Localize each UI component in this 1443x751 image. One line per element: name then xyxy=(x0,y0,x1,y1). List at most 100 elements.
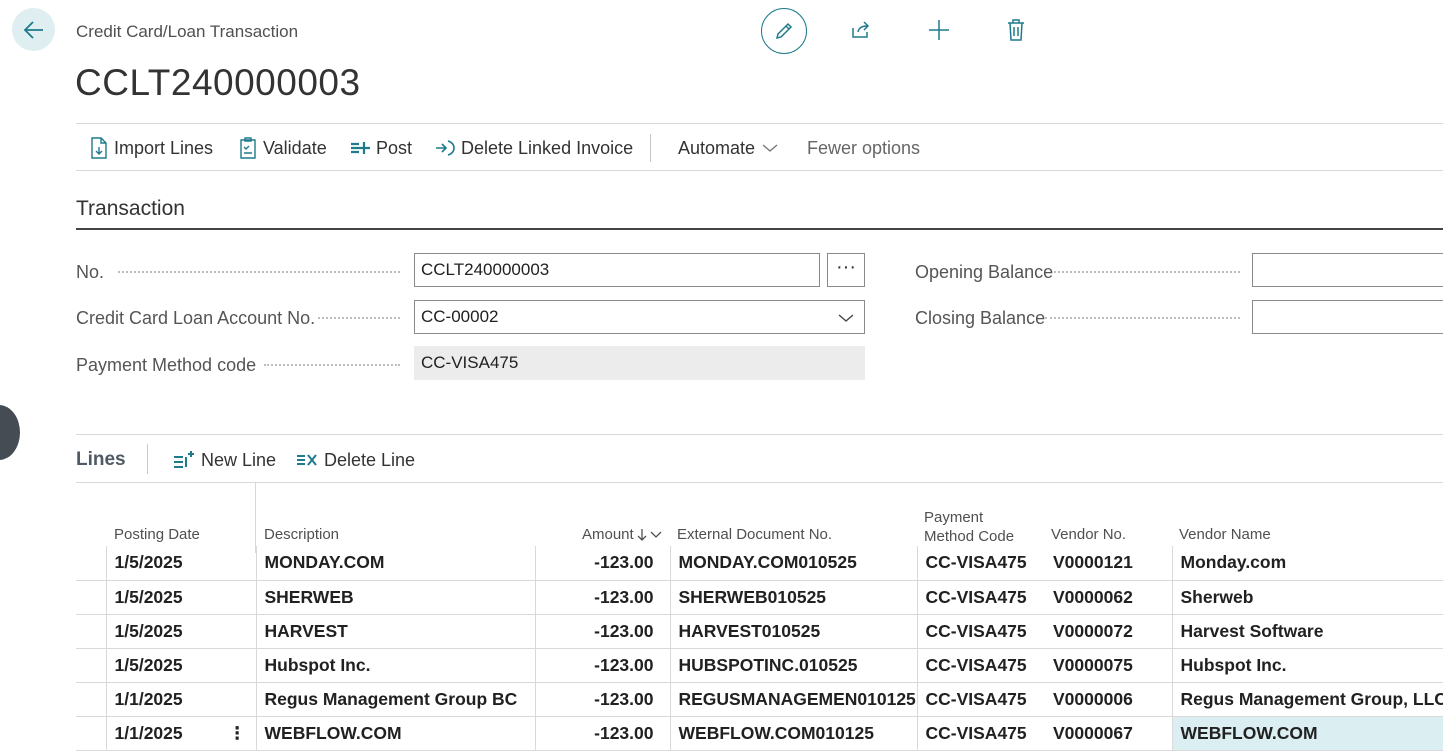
edit-button[interactable] xyxy=(761,8,807,54)
description-cell[interactable]: HARVEST xyxy=(255,614,535,649)
import-lines-button[interactable]: Import Lines xyxy=(90,124,213,172)
col-payment-method[interactable]: Payment Method Code xyxy=(924,508,1014,546)
amount-cell[interactable]: -123.00 xyxy=(534,580,670,615)
validate-button[interactable]: Validate xyxy=(239,124,327,172)
sign-in-arrow-icon xyxy=(436,140,455,156)
delete-line-button[interactable]: Delete Line xyxy=(296,446,415,474)
amount-cell[interactable]: -123.00 xyxy=(534,716,670,751)
col-description[interactable]: Description xyxy=(264,525,339,544)
payment-method-cell[interactable]: CC-VISA475 xyxy=(916,716,1045,751)
no-field[interactable]: CCLT240000003 xyxy=(414,253,820,287)
checklist-icon xyxy=(240,137,256,159)
import-lines-label: Import Lines xyxy=(114,137,214,158)
amount-cell[interactable]: -123.00 xyxy=(534,682,670,717)
leader-dots xyxy=(1054,271,1240,275)
post-button[interactable]: Post xyxy=(350,124,412,172)
external-doc-cell[interactable]: HUBSPOTINC.010525 xyxy=(669,648,917,683)
vendor-name-cell[interactable]: Harvest Software xyxy=(1171,614,1443,649)
vendor-name-cell[interactable]: Monday.com xyxy=(1171,546,1443,581)
table-row[interactable]: 1/1/2025 ⋮ WEBFLOW.COM -123.00 WEBFLOW.COM01… xyxy=(76,716,1443,751)
table-row[interactable]: 1/5/2025 Hubspot Inc. -123.00 HUBSPOTINC.01… xyxy=(76,648,1443,683)
chevron-down-icon xyxy=(762,144,778,152)
account-field[interactable]: CC-00002 xyxy=(414,300,865,334)
share-icon xyxy=(852,21,870,38)
vendor-name-cell[interactable]: Regus Management Group, LLC xyxy=(1171,682,1443,717)
external-doc-cell[interactable]: WEBFLOW.COM010125 xyxy=(669,716,917,751)
back-button[interactable] xyxy=(12,8,55,51)
row-actions-cell[interactable] xyxy=(219,648,256,683)
row-actions-cell[interactable]: ⋮ xyxy=(219,716,256,751)
vendor-no-cell[interactable]: V0000006 xyxy=(1045,682,1172,717)
vendor-name-cell[interactable]: Hubspot Inc. xyxy=(1171,648,1443,683)
col-amount-label: Amount xyxy=(582,526,634,543)
row-indicator xyxy=(76,614,106,649)
new-button[interactable] xyxy=(919,10,959,50)
delete-linked-invoice-label: Delete Linked Invoice xyxy=(461,137,634,158)
external-doc-cell[interactable]: HARVEST010525 xyxy=(669,614,917,649)
table-row[interactable]: 1/5/2025 MONDAY.COM -123.00 MONDAY.COM01052… xyxy=(76,546,1443,581)
posting-date-cell[interactable]: 1/5/2025 xyxy=(105,648,219,683)
table-row[interactable]: 1/5/2025 SHERWEB -123.00 SHERWEB010525 CC-VI… xyxy=(76,580,1443,615)
amount-cell[interactable]: -123.00 xyxy=(534,648,670,683)
delete-button[interactable] xyxy=(996,10,1036,50)
lines-toolbar-divider xyxy=(76,482,1443,483)
payment-method-label: Payment Method code xyxy=(76,355,257,375)
vendor-name-cell[interactable]: WEBFLOW.COM xyxy=(1171,716,1443,751)
col-external-doc[interactable]: External Document No. xyxy=(677,525,832,544)
description-cell[interactable]: WEBFLOW.COM xyxy=(255,716,535,751)
posting-date-cell[interactable]: 1/5/2025 xyxy=(105,546,219,581)
posting-date-cell[interactable]: 1/5/2025 xyxy=(105,580,219,615)
fewer-options-button[interactable]: Fewer options xyxy=(807,124,920,172)
external-doc-cell[interactable]: MONDAY.COM010525 xyxy=(669,546,917,581)
external-doc-cell[interactable]: REGUSMANAGEMEN010125 xyxy=(669,682,917,717)
vendor-no-cell[interactable]: V0000072 xyxy=(1045,614,1172,649)
col-vendor-name[interactable]: Vendor Name xyxy=(1179,525,1271,544)
frozen-column-divider xyxy=(255,483,256,553)
payment-method-cell[interactable]: CC-VISA475 xyxy=(916,546,1045,581)
vendor-no-cell[interactable]: V0000121 xyxy=(1045,546,1172,581)
delete-linked-invoice-button[interactable]: Delete Linked Invoice xyxy=(435,124,633,172)
posting-date-cell[interactable]: 1/5/2025 xyxy=(105,614,219,649)
table-row[interactable]: 1/1/2025 Regus Management Group BC -123.00… xyxy=(76,682,1443,717)
automate-menu[interactable]: Automate xyxy=(678,124,778,172)
vendor-name-cell[interactable]: Sherweb xyxy=(1171,580,1443,615)
col-vendor-no[interactable]: Vendor No. xyxy=(1051,525,1126,544)
description-cell[interactable]: Regus Management Group BC xyxy=(255,682,535,717)
row-actions-cell[interactable] xyxy=(219,614,256,649)
amount-cell[interactable]: -123.00 xyxy=(534,546,670,581)
col-posting-date[interactable]: Posting Date xyxy=(114,525,200,544)
col-amount[interactable]: Amount xyxy=(582,525,662,544)
row-actions-cell[interactable] xyxy=(219,682,256,717)
posting-date-cell[interactable]: 1/1/2025 xyxy=(105,682,219,717)
assist-edit-button[interactable]: ··· xyxy=(827,253,865,287)
description-cell[interactable]: MONDAY.COM xyxy=(255,546,535,581)
payment-method-cell[interactable]: CC-VISA475 xyxy=(916,614,1045,649)
new-line-button[interactable]: New Line xyxy=(173,446,276,474)
opening-balance-field[interactable] xyxy=(1252,253,1443,287)
closing-balance-field[interactable] xyxy=(1252,300,1443,334)
amount-cell[interactable]: -123.00 xyxy=(534,614,670,649)
vendor-no-cell[interactable]: V0000075 xyxy=(1045,648,1172,683)
vendor-no-cell[interactable]: V0000062 xyxy=(1045,580,1172,615)
validate-label: Validate xyxy=(263,137,327,158)
external-doc-cell[interactable]: SHERWEB010525 xyxy=(669,580,917,615)
post-label: Post xyxy=(376,137,413,158)
payment-method-cell[interactable]: CC-VISA475 xyxy=(916,682,1045,717)
row-actions-cell[interactable] xyxy=(219,580,256,615)
new-line-icon xyxy=(174,451,194,468)
closing-balance-label: Closing Balance xyxy=(915,308,1046,328)
posting-date-cell[interactable]: 1/1/2025 xyxy=(105,716,219,751)
row-actions-cell[interactable] xyxy=(219,546,256,581)
vendor-no-cell[interactable]: V0000067 xyxy=(1045,716,1172,751)
fewer-options-label: Fewer options xyxy=(807,137,921,158)
page-title: CCLT240000003 xyxy=(75,62,361,103)
description-cell[interactable]: Hubspot Inc. xyxy=(255,648,535,683)
trash-icon xyxy=(1008,19,1024,41)
description-cell[interactable]: SHERWEB xyxy=(255,580,535,615)
payment-method-cell[interactable]: CC-VISA475 xyxy=(916,648,1045,683)
table-row[interactable]: 1/5/2025 HARVEST -123.00 HARVEST010525 CC-VI… xyxy=(76,614,1443,649)
side-panel-handle[interactable] xyxy=(0,405,20,460)
lines-top-divider xyxy=(76,434,1443,435)
share-button[interactable] xyxy=(841,10,881,50)
payment-method-cell[interactable]: CC-VISA475 xyxy=(916,580,1045,615)
